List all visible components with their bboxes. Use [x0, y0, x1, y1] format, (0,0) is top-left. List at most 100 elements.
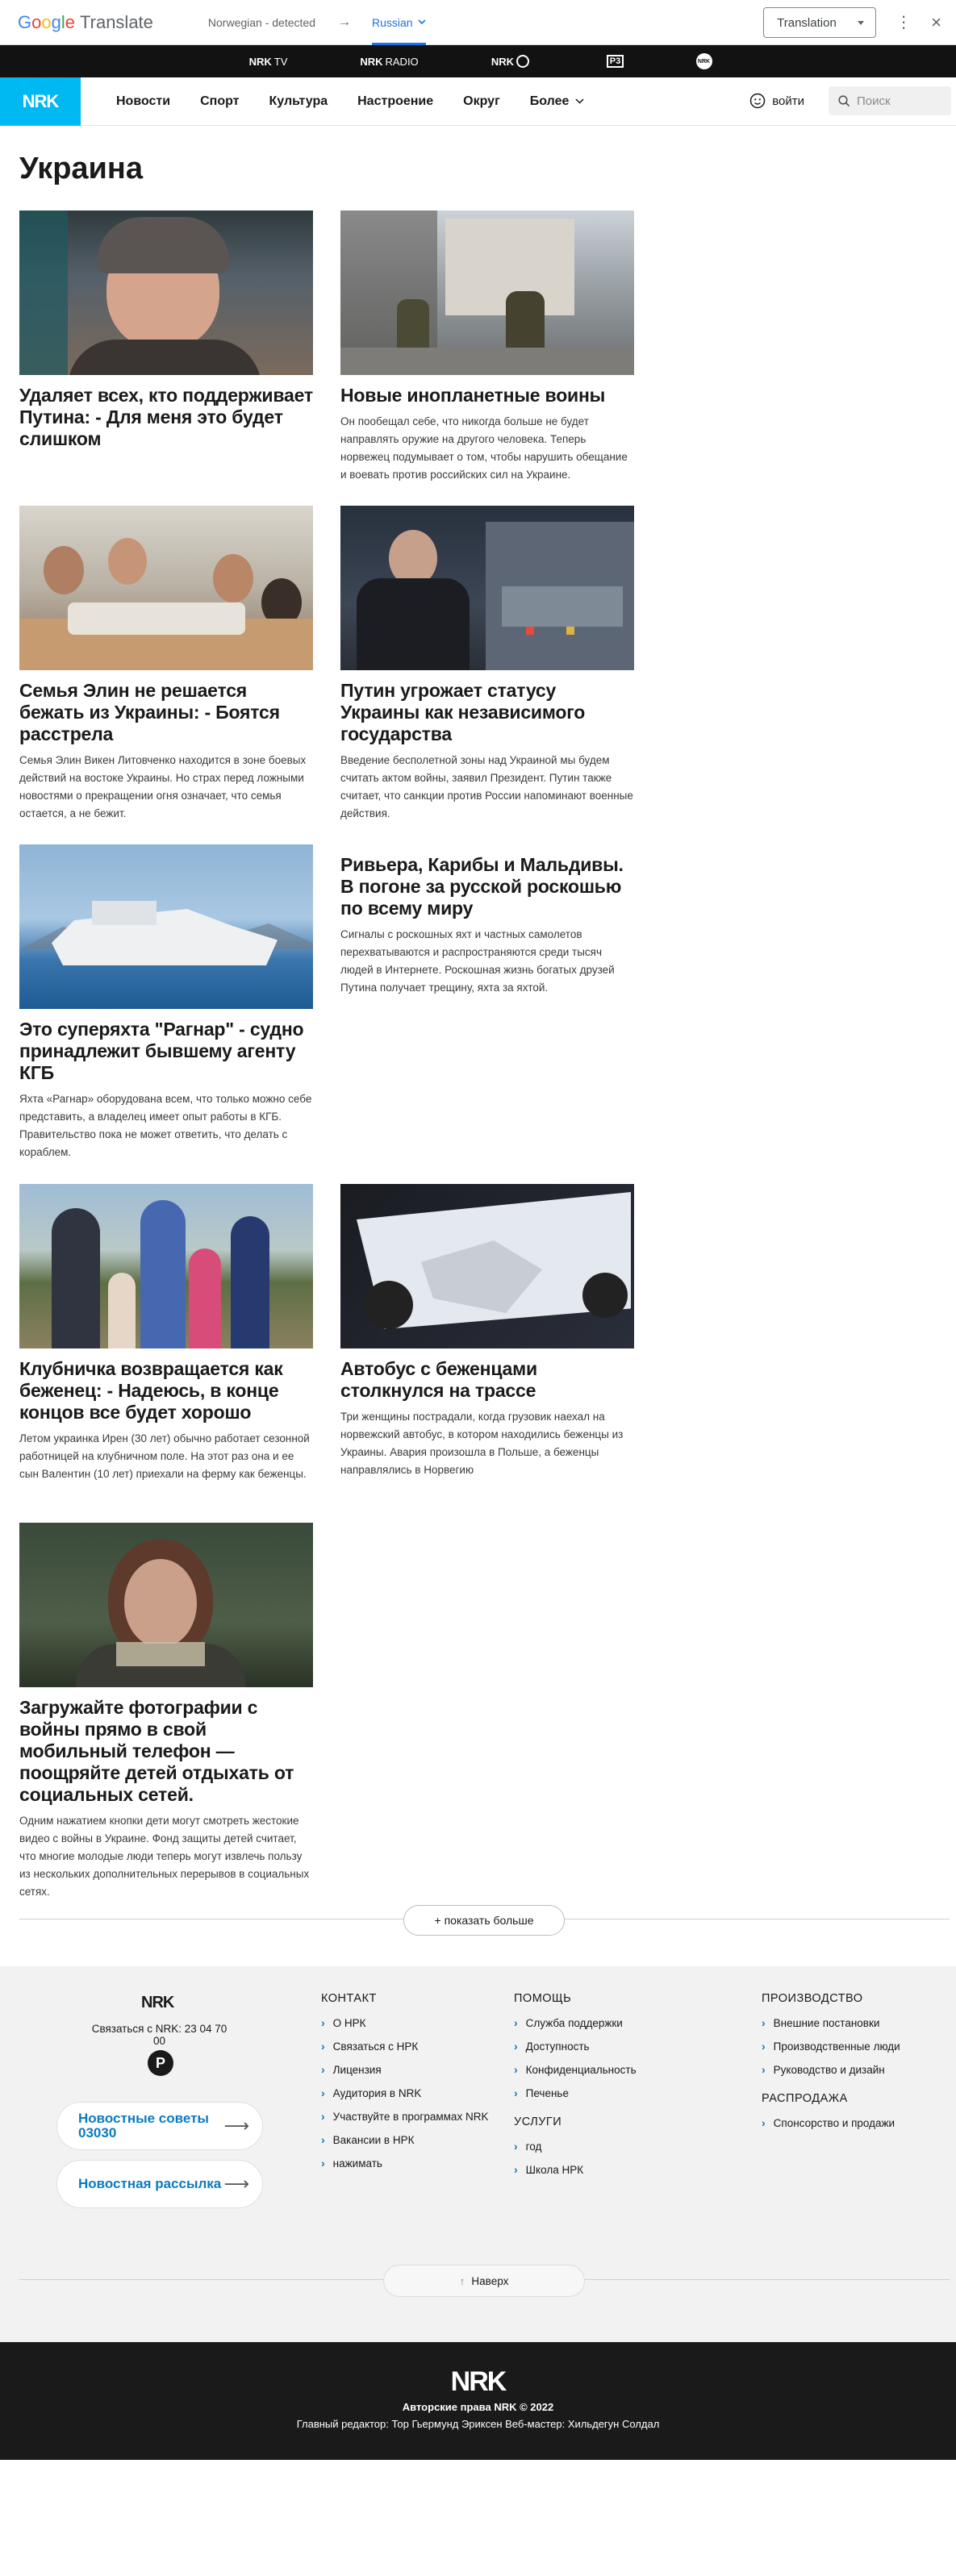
smiley-icon — [516, 55, 530, 68]
show-more-button[interactable]: + показать больше — [403, 1905, 565, 1936]
article-image — [340, 506, 634, 670]
nrk-logo[interactable]: NRK — [0, 77, 81, 126]
target-language-tab[interactable]: Russian — [371, 0, 426, 45]
footer-link[interactable]: › О НРК — [321, 2016, 488, 2029]
login-button[interactable]: войти — [749, 93, 804, 109]
footer-link[interactable]: › год — [514, 2140, 637, 2153]
footer-link[interactable]: › Печенье — [514, 2086, 637, 2099]
footer-link[interactable]: › Спонсорство и продажи — [762, 2116, 900, 2129]
more-options-icon[interactable]: ⋮ — [895, 15, 912, 31]
article-card[interactable]: Это суперяхта "Рагнар" - судно принадлеж… — [19, 844, 313, 1161]
article-title: Семья Элин не решается бежать из Украины… — [19, 680, 280, 744]
article-summary: Сигналы с роскошных яхт и частных самоле… — [340, 928, 615, 994]
editors-line: Главный редактор: Тор Гьермунд Эриксен В… — [296, 2418, 660, 2430]
footer-link[interactable]: › Школа НРК — [514, 2163, 637, 2176]
article-image — [340, 210, 634, 375]
nrk-super-link[interactable]: NRK — [450, 55, 571, 68]
article-card[interactable]: Новые инопланетные воины Он пообещал себ… — [340, 210, 634, 484]
chevron-right-icon: › — [762, 2016, 766, 2029]
article-image — [19, 506, 313, 670]
footer-link[interactable]: › Лицензия — [321, 2063, 488, 2076]
article-summary: Семья Элин Викен Литовченко находится в … — [19, 754, 307, 819]
article-card[interactable]: Клубничка возвращается как беженец: - На… — [19, 1184, 313, 1483]
article-card[interactable]: Удаляет всех, кто поддерживает Путина: -… — [19, 210, 313, 450]
chevron-down-icon — [418, 19, 426, 25]
close-icon[interactable]: × — [931, 12, 941, 33]
news-tips-button[interactable]: Новостные советы 03030 ⟶ — [56, 2102, 263, 2150]
article-image — [19, 1184, 313, 1348]
arrow-right-icon: ⟶ — [223, 2115, 249, 2136]
search-input[interactable]: Поиск — [829, 86, 951, 115]
article-summary: Три женщины пострадали, когда грузовик н… — [340, 1411, 624, 1476]
chevron-down-icon — [575, 98, 584, 104]
footer-link[interactable]: › Руководство и дизайн — [762, 2063, 900, 2076]
article-summary: Он пообещал себе, что никогда больше не … — [340, 415, 628, 481]
arrow-right-icon: → — [337, 15, 351, 29]
footer-link[interactable]: › Аудитория в NRK — [321, 2086, 488, 2099]
nav-item-mood[interactable]: Настроение — [357, 94, 433, 109]
p-badge-icon[interactable]: P — [148, 2050, 173, 2076]
nrk-services-strip: NRK TV NRK RADIO NRK P3 NRK — [0, 45, 956, 77]
footer-link[interactable]: › Вакансии в НРК — [321, 2133, 488, 2146]
footer-link[interactable]: › Внешние постановки — [762, 2016, 900, 2029]
chevron-right-icon: › — [321, 2110, 325, 2123]
nav-item-sport[interactable]: Спорт — [200, 94, 239, 109]
page-title: Украина — [19, 152, 144, 185]
article-summary: Яхта «Рагнар» оборудована всем, что толь… — [19, 1093, 312, 1158]
chevron-right-icon: › — [321, 2063, 325, 2076]
article-summary: Летом украинка Ирен (30 лет) обычно рабо… — [19, 1432, 310, 1480]
caret-down-icon — [858, 20, 865, 25]
footer-link[interactable]: › Производственные люди — [762, 2040, 900, 2053]
footer-link[interactable]: › Доступность — [514, 2040, 637, 2053]
chevron-right-icon: › — [321, 2040, 325, 2053]
nav-item-district[interactable]: Округ — [463, 94, 500, 109]
article-image — [340, 1184, 634, 1348]
article-title: Удаляет всех, кто поддерживает Путина: -… — [19, 385, 313, 449]
nav-item-news[interactable]: Новости — [116, 94, 170, 109]
nrk-yr-link[interactable]: NRK — [660, 53, 749, 69]
footer-link[interactable]: › Служба поддержки — [514, 2016, 637, 2029]
article-card[interactable]: Путин угрожает статусу Украины как незав… — [340, 506, 634, 823]
footer-col-contact: КОНТАКТ › О НРК › Связаться с НРК › Лицензи… — [321, 1992, 489, 2170]
article-title: Ривьера, Карибы и Мальдивы. В погоне за … — [340, 854, 624, 919]
article-title: Это суперяхта "Рагнар" - судно принадлеж… — [19, 1019, 304, 1083]
bottom-nrk-logo: NRK — [450, 2366, 507, 2397]
chevron-right-icon: › — [321, 2086, 325, 2099]
arrow-up-icon: ↑ — [459, 2274, 465, 2287]
translation-mode-select[interactable]: Translation — [763, 7, 877, 38]
search-icon — [838, 94, 850, 106]
footer-link[interactable]: › Связаться с НРК — [321, 2040, 488, 2053]
chevron-right-icon: › — [762, 2116, 766, 2129]
article-card[interactable]: Автобус с беженцами столкнулся на трассе… — [340, 1184, 634, 1479]
article-card[interactable]: Семья Элин не решается бежать из Украины… — [19, 506, 313, 823]
article-summary: Одним нажатием кнопки дети могут смотрет… — [19, 1815, 310, 1898]
footer-nrk-logo[interactable]: NRK — [141, 1994, 174, 2012]
article-summary: Введение бесполетной зоны над Украиной м… — [340, 754, 633, 819]
google-translate-logo[interactable]: Google Translate — [18, 12, 153, 33]
chevron-right-icon: › — [514, 2163, 518, 2176]
article-card[interactable]: Ривьера, Карибы и Мальдивы. В погоне за … — [340, 854, 634, 997]
nrk-radio-link[interactable]: NRK RADIO — [329, 56, 450, 68]
main-navigation: NRK Новости Спорт Культура Настроение Ок… — [0, 77, 956, 126]
article-title: Клубничка возвращается как беженец: - На… — [19, 1358, 283, 1423]
article-card[interactable]: Загружайте фотографии с войны прямо в св… — [19, 1523, 313, 1901]
footer-link[interactable]: › Конфиденциальность — [514, 2063, 637, 2076]
source-language-tab[interactable]: Norwegian - detected — [208, 16, 315, 29]
article-image — [19, 844, 313, 1009]
nav-item-culture[interactable]: Культура — [269, 94, 328, 109]
footer-link[interactable]: › нажимать — [321, 2157, 488, 2170]
nav-item-more[interactable]: Более — [530, 94, 585, 109]
footer-link[interactable]: › Участвуйте в программах NRK — [321, 2110, 488, 2123]
nrk-tv-link[interactable]: NRK TV — [208, 56, 329, 68]
article-image — [19, 210, 313, 375]
bottom-bar: NRK Авторские права NRK © 2022 Главный р… — [0, 2342, 956, 2460]
chevron-right-icon: › — [514, 2040, 518, 2053]
back-to-top-button[interactable]: ↑ Наверх — [383, 2265, 585, 2297]
chevron-right-icon: › — [762, 2040, 766, 2053]
article-title: Путин угрожает статусу Украины как незав… — [340, 680, 586, 744]
article-title: Автобус с беженцами столкнулся на трассе — [340, 1358, 537, 1401]
p3-link[interactable]: P3 — [571, 55, 660, 68]
arrow-right-icon: ⟶ — [223, 2174, 249, 2194]
newsletter-button[interactable]: Новостная рассылка ⟶ — [56, 2160, 263, 2208]
footer-col-help: ПОМОЩЬ › Служба поддержки › Доступность › К… — [514, 1992, 637, 2176]
